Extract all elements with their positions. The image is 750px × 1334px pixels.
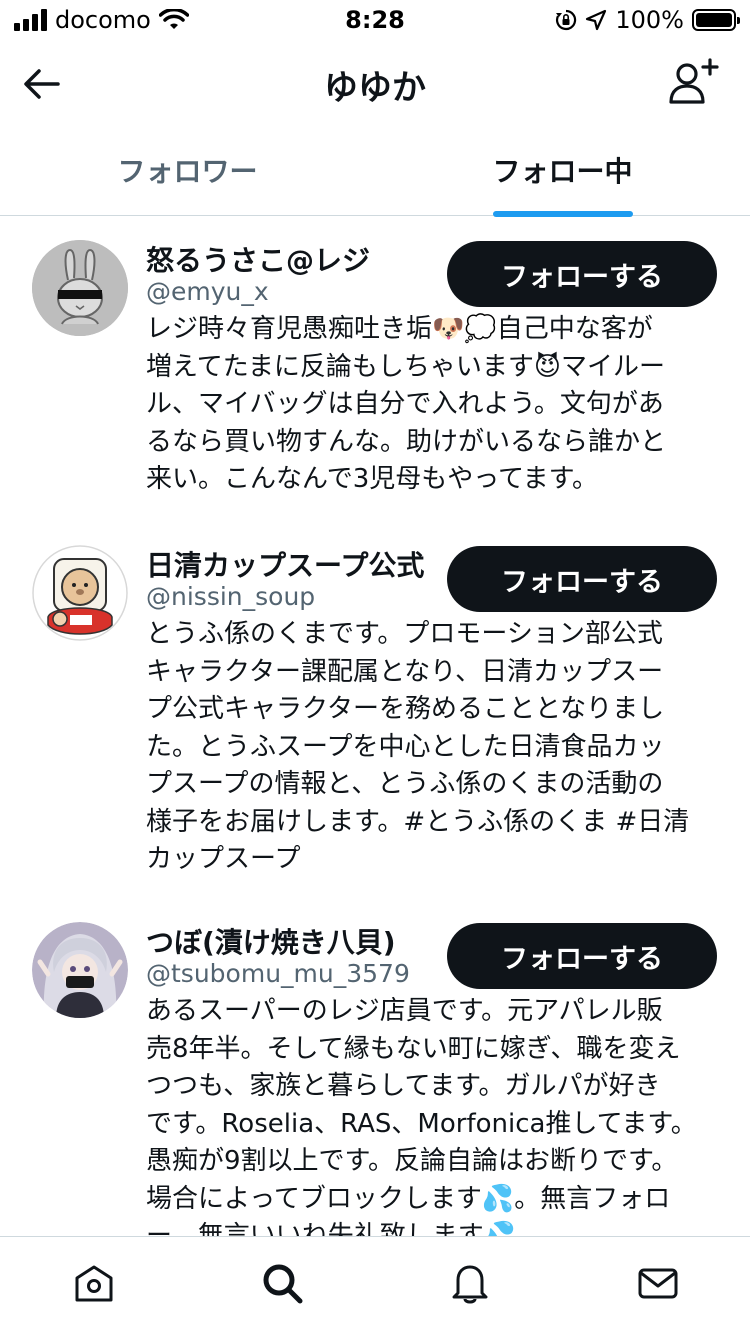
follow-button[interactable]: フォローする [447,546,717,612]
add-user-button[interactable] [668,58,720,108]
avatar[interactable] [32,545,128,641]
follow-button[interactable]: フォローする [447,923,717,989]
anime-girl-avatar-icon [32,922,128,1018]
user-bio: あるスーパーのレジ店員です。元アパレル販 売8年半。そして縁もない町に嫁ぎ、職を… [146,996,697,1236]
tofu-bear-avatar-icon [32,545,128,641]
user-handle: @emyu_x [146,277,269,306]
user-cell[interactable]: 日清カップスープ公式 @nissin_soup フォローする とうふ係のくまです… [0,522,750,897]
search-icon [263,1264,303,1304]
search-tab[interactable] [260,1261,304,1305]
battery-percent: 100% [615,6,684,34]
header: ゆゆか [0,42,750,124]
orientation-lock-icon [556,9,577,31]
home-tab[interactable] [72,1261,116,1305]
bell-icon [452,1265,488,1304]
mail-icon [638,1268,678,1299]
battery-icon [692,9,740,31]
status-left: docomo [14,6,189,34]
user-cell[interactable]: 怒るうさこ@レジ @emyu_x フォローする レジ時々育児愚痴吐き垢🐶💭自己中… [0,217,750,517]
rabbit-avatar-icon [32,240,128,336]
user-display-name: つぼ(漬け焼き八貝) [146,926,396,959]
person-add-icon [669,58,719,104]
follow-button[interactable]: フォローする [447,241,717,307]
tab-following-label: フォロー中 [492,155,633,188]
notifications-tab[interactable] [448,1261,492,1305]
status-right: 100% [555,6,740,34]
signal-strength-icon [14,9,47,31]
user-handle: @nissin_soup [146,582,316,611]
user-bio: レジ時々育児愚痴吐き垢🐶💭自己中な客が 増えてたまに反論もしちゃいます😈マイルー… [146,314,667,494]
tab-list: フォロワー フォロー中 [0,124,750,217]
battery-fill [696,13,732,27]
avatar[interactable] [32,240,128,336]
tab-followers-label: フォロワー [117,155,258,188]
status-bar: docomo 8:28 100% [0,0,750,42]
user-handle: @tsubomu_mu_3579 [146,959,410,988]
messages-tab[interactable] [636,1261,680,1305]
user-list: 怒るうさこ@レジ @emyu_x フォローする レジ時々育児愚痴吐き垢🐶💭自己中… [0,217,750,1236]
user-display-name: 怒るうさこ@レジ [146,244,371,277]
tab-following[interactable]: フォロー中 [375,124,750,217]
home-icon [75,1265,113,1302]
user-bio: とうふ係のくまです。プロモーション部公式 キャラクター課配属となり、日清カップス… [146,619,690,874]
carrier-name: docomo [55,6,151,34]
avatar[interactable] [32,922,128,1018]
user-display-name: 日清カップスープ公式 [146,549,425,582]
bottom-tab-bar [0,1236,750,1334]
user-cell[interactable]: つぼ(漬け焼き八貝) @tsubomu_mu_3579 フォローする あるスーパ… [0,899,750,1236]
tab-followers[interactable]: フォロワー [0,124,375,216]
location-arrow-icon [586,9,607,31]
wifi-icon [158,9,189,29]
page-title: ゆゆか [324,68,426,108]
